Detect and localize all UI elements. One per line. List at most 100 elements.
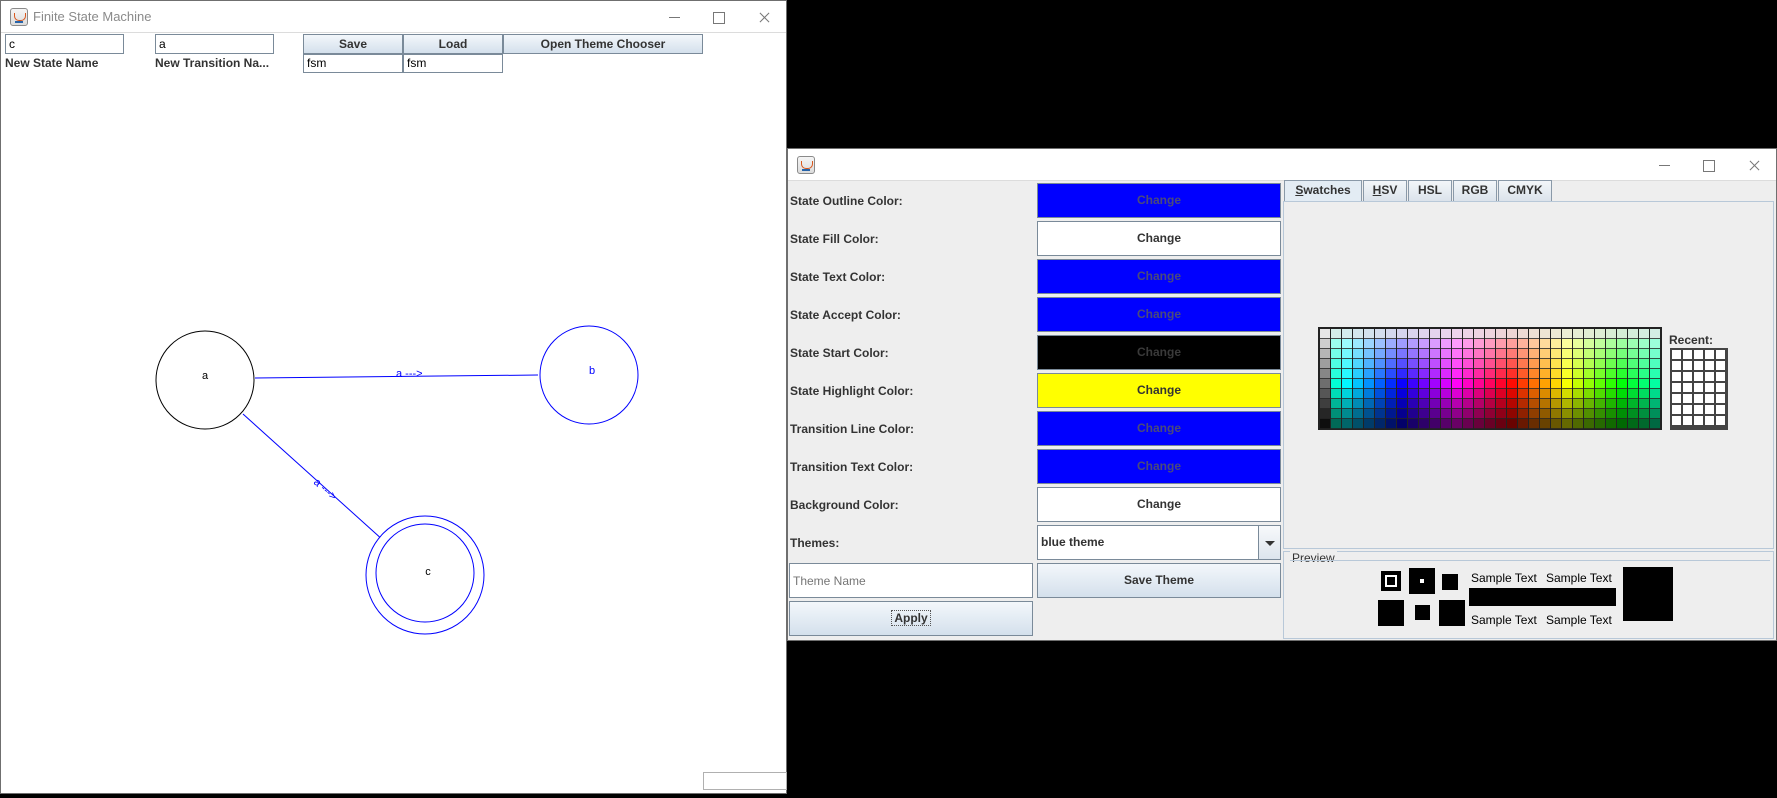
recent-swatch[interactable] <box>1672 394 1681 403</box>
color-swatch[interactable] <box>1529 399 1539 409</box>
color-swatch[interactable] <box>1452 389 1462 399</box>
color-swatch[interactable] <box>1397 329 1407 339</box>
state-name-field[interactable]: c <box>5 34 124 54</box>
color-swatch[interactable] <box>1540 379 1550 389</box>
color-swatch[interactable] <box>1463 339 1473 349</box>
save-file-field[interactable]: fsm <box>303 54 403 73</box>
color-swatch[interactable] <box>1507 359 1517 369</box>
color-swatch[interactable] <box>1496 379 1506 389</box>
color-swatch[interactable] <box>1606 389 1616 399</box>
close-icon[interactable] <box>1731 149 1777 181</box>
color-swatch[interactable] <box>1573 389 1583 399</box>
color-swatch[interactable] <box>1353 339 1363 349</box>
color-swatch[interactable] <box>1375 419 1385 429</box>
color-swatch[interactable] <box>1650 349 1660 359</box>
color-swatch[interactable] <box>1441 349 1451 359</box>
color-swatch[interactable] <box>1441 359 1451 369</box>
state-outline-color-button[interactable]: Change <box>1037 183 1281 218</box>
color-swatch[interactable] <box>1375 399 1385 409</box>
color-swatch[interactable] <box>1408 389 1418 399</box>
color-swatch[interactable] <box>1485 329 1495 339</box>
color-swatch[interactable] <box>1639 379 1649 389</box>
tab-hsl[interactable]: HSL <box>1408 180 1452 201</box>
color-swatch[interactable] <box>1562 349 1572 359</box>
transition-line-a-c[interactable] <box>242 413 385 542</box>
color-swatch[interactable] <box>1408 379 1418 389</box>
color-swatch[interactable] <box>1375 359 1385 369</box>
color-swatch[interactable] <box>1518 379 1528 389</box>
color-swatch[interactable] <box>1320 379 1330 389</box>
transition-text-color-button[interactable]: Change <box>1037 449 1281 484</box>
color-swatch[interactable] <box>1551 379 1561 389</box>
color-swatch[interactable] <box>1562 369 1572 379</box>
color-swatch[interactable] <box>1452 339 1462 349</box>
color-swatch[interactable] <box>1320 349 1330 359</box>
color-swatch[interactable] <box>1397 399 1407 409</box>
color-swatch[interactable] <box>1584 339 1594 349</box>
state-fill-color-button[interactable]: Change <box>1037 221 1281 256</box>
recent-swatch[interactable] <box>1694 361 1703 370</box>
color-swatch[interactable] <box>1386 419 1396 429</box>
color-swatch[interactable] <box>1562 399 1572 409</box>
color-swatch[interactable] <box>1595 359 1605 369</box>
save-button[interactable]: Save <box>303 34 403 54</box>
color-swatch[interactable] <box>1430 379 1440 389</box>
color-swatch[interactable] <box>1562 329 1572 339</box>
color-swatch[interactable] <box>1485 379 1495 389</box>
color-swatch[interactable] <box>1518 329 1528 339</box>
color-swatch[interactable] <box>1573 369 1583 379</box>
color-swatch[interactable] <box>1441 389 1451 399</box>
color-swatch[interactable] <box>1584 399 1594 409</box>
color-swatch[interactable] <box>1606 379 1616 389</box>
color-swatch[interactable] <box>1463 359 1473 369</box>
color-swatch[interactable] <box>1606 419 1616 429</box>
color-swatch[interactable] <box>1518 339 1528 349</box>
color-swatch[interactable] <box>1595 399 1605 409</box>
color-swatch[interactable] <box>1397 409 1407 419</box>
color-swatch[interactable] <box>1408 419 1418 429</box>
recent-swatch[interactable] <box>1716 394 1725 403</box>
recent-swatch-grid[interactable] <box>1670 348 1728 430</box>
color-swatch[interactable] <box>1474 419 1484 429</box>
color-swatch[interactable] <box>1419 379 1429 389</box>
color-swatch[interactable] <box>1551 399 1561 409</box>
state-text-color-button[interactable]: Change <box>1037 259 1281 294</box>
color-swatch[interactable] <box>1441 379 1451 389</box>
color-swatch[interactable] <box>1364 339 1374 349</box>
color-swatch[interactable] <box>1408 369 1418 379</box>
color-swatch[interactable] <box>1331 369 1341 379</box>
color-swatch[interactable] <box>1353 409 1363 419</box>
color-swatch[interactable] <box>1474 409 1484 419</box>
color-swatch[interactable] <box>1562 379 1572 389</box>
color-swatch[interactable] <box>1364 399 1374 409</box>
color-swatch[interactable] <box>1331 359 1341 369</box>
color-swatch[interactable] <box>1595 419 1605 429</box>
color-swatch[interactable] <box>1452 349 1462 359</box>
color-swatch[interactable] <box>1320 339 1330 349</box>
open-theme-chooser-button[interactable]: Open Theme Chooser <box>503 34 703 54</box>
color-swatch[interactable] <box>1540 349 1550 359</box>
color-swatch[interactable] <box>1639 389 1649 399</box>
color-swatch[interactable] <box>1419 359 1429 369</box>
recent-swatch[interactable] <box>1694 416 1703 425</box>
color-swatch[interactable] <box>1419 399 1429 409</box>
color-swatch[interactable] <box>1529 369 1539 379</box>
color-swatch[interactable] <box>1650 369 1660 379</box>
recent-swatch[interactable] <box>1672 405 1681 414</box>
color-swatch[interactable] <box>1650 389 1660 399</box>
color-swatch[interactable] <box>1551 389 1561 399</box>
color-swatch[interactable] <box>1595 329 1605 339</box>
color-swatch[interactable] <box>1430 359 1440 369</box>
color-swatch[interactable] <box>1386 389 1396 399</box>
color-swatch[interactable] <box>1628 339 1638 349</box>
color-swatch[interactable] <box>1353 349 1363 359</box>
color-swatch[interactable] <box>1375 369 1385 379</box>
theme-name-input[interactable] <box>789 563 1033 598</box>
swatch-grid[interactable] <box>1318 327 1662 430</box>
color-swatch[interactable] <box>1617 389 1627 399</box>
save-theme-button[interactable]: Save Theme <box>1037 563 1281 598</box>
color-swatch[interactable] <box>1320 409 1330 419</box>
color-swatch[interactable] <box>1430 419 1440 429</box>
color-swatch[interactable] <box>1419 389 1429 399</box>
transition-name-field[interactable]: a <box>155 34 274 54</box>
